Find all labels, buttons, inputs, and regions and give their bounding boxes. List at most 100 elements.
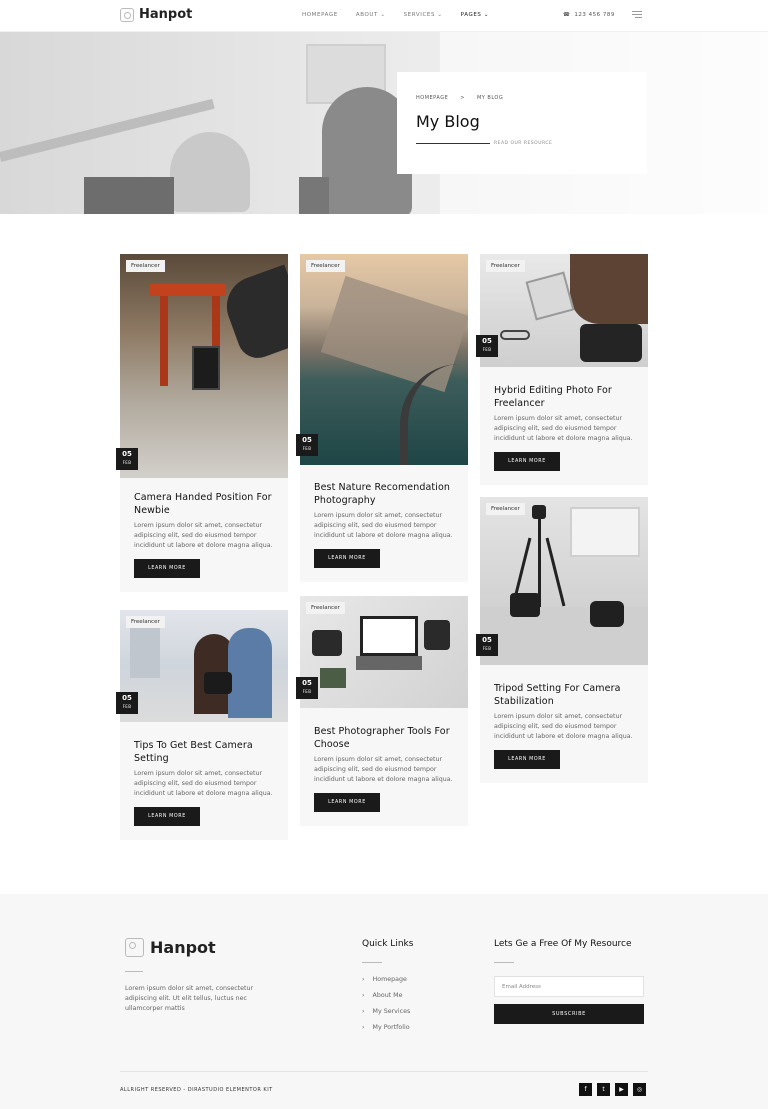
- blog-card: Freelancer 05 FEB Tips To Get Best Camera…: [116, 610, 288, 840]
- page-subtitle: READ OUR RESOURCE: [416, 141, 628, 146]
- footer-link[interactable]: › About Me: [362, 992, 410, 1008]
- footer-divider: [120, 1071, 648, 1072]
- category-tag[interactable]: Freelancer: [486, 260, 525, 272]
- learn-more-button[interactable]: LEARN MORE: [314, 793, 380, 812]
- quick-links-list: › Homepage › About Me › My Services › My Por…: [362, 976, 410, 1040]
- nav-homepage[interactable]: HOMEPAGE: [302, 12, 338, 18]
- date-day: 05: [302, 679, 312, 687]
- date-month: FEB: [302, 446, 312, 451]
- post-title[interactable]: Hybrid Editing Photo For Freelancer: [494, 384, 634, 410]
- quick-links-heading: Quick Links: [362, 939, 414, 949]
- site-header: Hanpot HOMEPAGE ABOUT ⌄ SERVICES ⌄ PAGES…: [0, 0, 768, 32]
- chevron-right-icon: ›: [362, 1008, 365, 1015]
- post-image[interactable]: Freelancer: [480, 254, 648, 367]
- learn-more-button[interactable]: LEARN MORE: [314, 549, 380, 568]
- main-nav: HOMEPAGE ABOUT ⌄ SERVICES ⌄ PAGES ⌄: [302, 12, 489, 18]
- category-tag[interactable]: Freelancer: [306, 602, 345, 614]
- breadcrumb: HOMEPAGE > MY BLOG: [416, 95, 628, 101]
- phone-number: 123 456 789: [574, 12, 615, 18]
- divider-line: [416, 143, 490, 144]
- post-excerpt: Lorem ipsum dolor sit amet, consectetur …: [314, 756, 453, 783]
- learn-more-button[interactable]: LEARN MORE: [494, 452, 560, 471]
- subscribe-button[interactable]: SUBSCRIBE: [494, 1004, 644, 1024]
- chevron-right-icon: ›: [362, 992, 365, 999]
- brand-name: Hanpot: [139, 7, 193, 22]
- footer-link[interactable]: › Homepage: [362, 976, 410, 992]
- blog-card: Freelancer 05 FEB Best Photographer Tools…: [296, 596, 468, 826]
- learn-more-button[interactable]: LEARN MORE: [134, 807, 200, 826]
- post-image[interactable]: Freelancer: [120, 610, 288, 722]
- post-title[interactable]: Camera Handed Position For Newbie: [134, 491, 274, 517]
- hero-title-card: HOMEPAGE > MY BLOG My Blog READ OUR RESO…: [397, 72, 647, 174]
- post-title[interactable]: Tips To Get Best Camera Setting: [134, 739, 274, 765]
- email-field[interactable]: Email Address: [494, 976, 644, 997]
- nav-pages[interactable]: PAGES ⌄: [461, 12, 489, 18]
- footer-logo[interactable]: Hanpot: [125, 938, 216, 957]
- facebook-icon[interactable]: f: [579, 1083, 592, 1096]
- post-image[interactable]: Freelancer: [120, 254, 288, 478]
- divider: [494, 962, 514, 963]
- learn-more-button[interactable]: LEARN MORE: [134, 559, 200, 578]
- post-image[interactable]: Freelancer: [480, 497, 648, 665]
- date-month: FEB: [122, 704, 132, 709]
- category-tag[interactable]: Freelancer: [486, 503, 525, 515]
- nav-about[interactable]: ABOUT ⌄: [356, 12, 386, 18]
- breadcrumb-current: MY BLOG: [476, 95, 504, 101]
- copyright-text: ALLRIGHT RESERVED - DIRASTUDIO ELEMENTOR…: [120, 1087, 273, 1093]
- header-phone[interactable]: ☎ 123 456 789: [563, 12, 615, 18]
- post-title[interactable]: Tripod Setting For Camera Stabilization: [494, 682, 634, 708]
- post-title[interactable]: Best Nature Recomendation Photography: [314, 481, 454, 507]
- date-badge: 05 FEB: [476, 335, 498, 357]
- date-month: FEB: [482, 347, 492, 352]
- blog-card: Freelancer 05 FEB Tripod Setting For Came…: [476, 497, 648, 783]
- post-image[interactable]: Freelancer: [300, 254, 468, 465]
- learn-more-button[interactable]: LEARN MORE: [494, 750, 560, 769]
- page-hero: [0, 32, 768, 214]
- menu-icon[interactable]: [632, 11, 642, 20]
- date-month: FEB: [302, 689, 312, 694]
- footer-link-label: My Portfolio: [372, 1024, 410, 1031]
- post-excerpt: Lorem ipsum dolor sit amet, consectetur …: [134, 522, 273, 549]
- twitter-icon[interactable]: t: [597, 1083, 610, 1096]
- social-links: f t ▶ ◎: [579, 1083, 646, 1096]
- date-badge: 05 FEB: [116, 692, 138, 714]
- footer-link-label: My Services: [372, 1008, 411, 1015]
- date-day: 05: [482, 636, 492, 644]
- post-title[interactable]: Best Photographer Tools For Choose: [314, 725, 454, 751]
- post-excerpt: Lorem ipsum dolor sit amet, consectetur …: [494, 713, 633, 740]
- date-month: FEB: [122, 460, 132, 465]
- site-footer: Hanpot Lorem ipsum dolor sit amet, conse…: [0, 894, 768, 1109]
- page-title: My Blog: [416, 112, 480, 131]
- divider: [125, 971, 143, 972]
- category-tag[interactable]: Freelancer: [126, 260, 165, 272]
- newsletter-heading: Lets Ge a Free Of My Resource: [494, 939, 632, 949]
- category-tag[interactable]: Freelancer: [306, 260, 345, 272]
- date-day: 05: [482, 337, 492, 345]
- blog-card: Freelancer 05 FEB Hybrid Editing Photo Fo…: [476, 254, 648, 485]
- breadcrumb-home[interactable]: HOMEPAGE: [416, 95, 448, 101]
- footer-link[interactable]: › My Services: [362, 1008, 410, 1024]
- brand-logo[interactable]: Hanpot: [120, 7, 192, 22]
- post-excerpt: Lorem ipsum dolor sit amet, consectetur …: [494, 415, 633, 442]
- date-month: FEB: [482, 646, 492, 651]
- phone-icon: ☎: [563, 12, 571, 18]
- instagram-icon[interactable]: ◎: [633, 1083, 646, 1096]
- subtitle-text: READ OUR RESOURCE: [494, 141, 553, 146]
- date-badge: 05 FEB: [116, 448, 138, 470]
- date-badge: 05 FEB: [296, 434, 318, 456]
- camera-icon: [125, 938, 144, 957]
- divider: [362, 962, 382, 963]
- blog-card: Freelancer 05 FEB Best Nature Recomendati…: [296, 254, 468, 582]
- post-image[interactable]: Freelancer: [300, 596, 468, 708]
- footer-link[interactable]: › My Portfolio: [362, 1024, 410, 1040]
- footer-brand-name: Hanpot: [150, 938, 216, 957]
- chevron-right-icon: ›: [362, 976, 365, 983]
- date-day: 05: [302, 436, 312, 444]
- chevron-right-icon: ›: [362, 1024, 365, 1031]
- youtube-icon[interactable]: ▶: [615, 1083, 628, 1096]
- nav-services[interactable]: SERVICES ⌄: [404, 12, 443, 18]
- post-excerpt: Lorem ipsum dolor sit amet, consectetur …: [314, 512, 453, 539]
- date-badge: 05 FEB: [476, 634, 498, 656]
- category-tag[interactable]: Freelancer: [126, 616, 165, 628]
- date-badge: 05 FEB: [296, 677, 318, 699]
